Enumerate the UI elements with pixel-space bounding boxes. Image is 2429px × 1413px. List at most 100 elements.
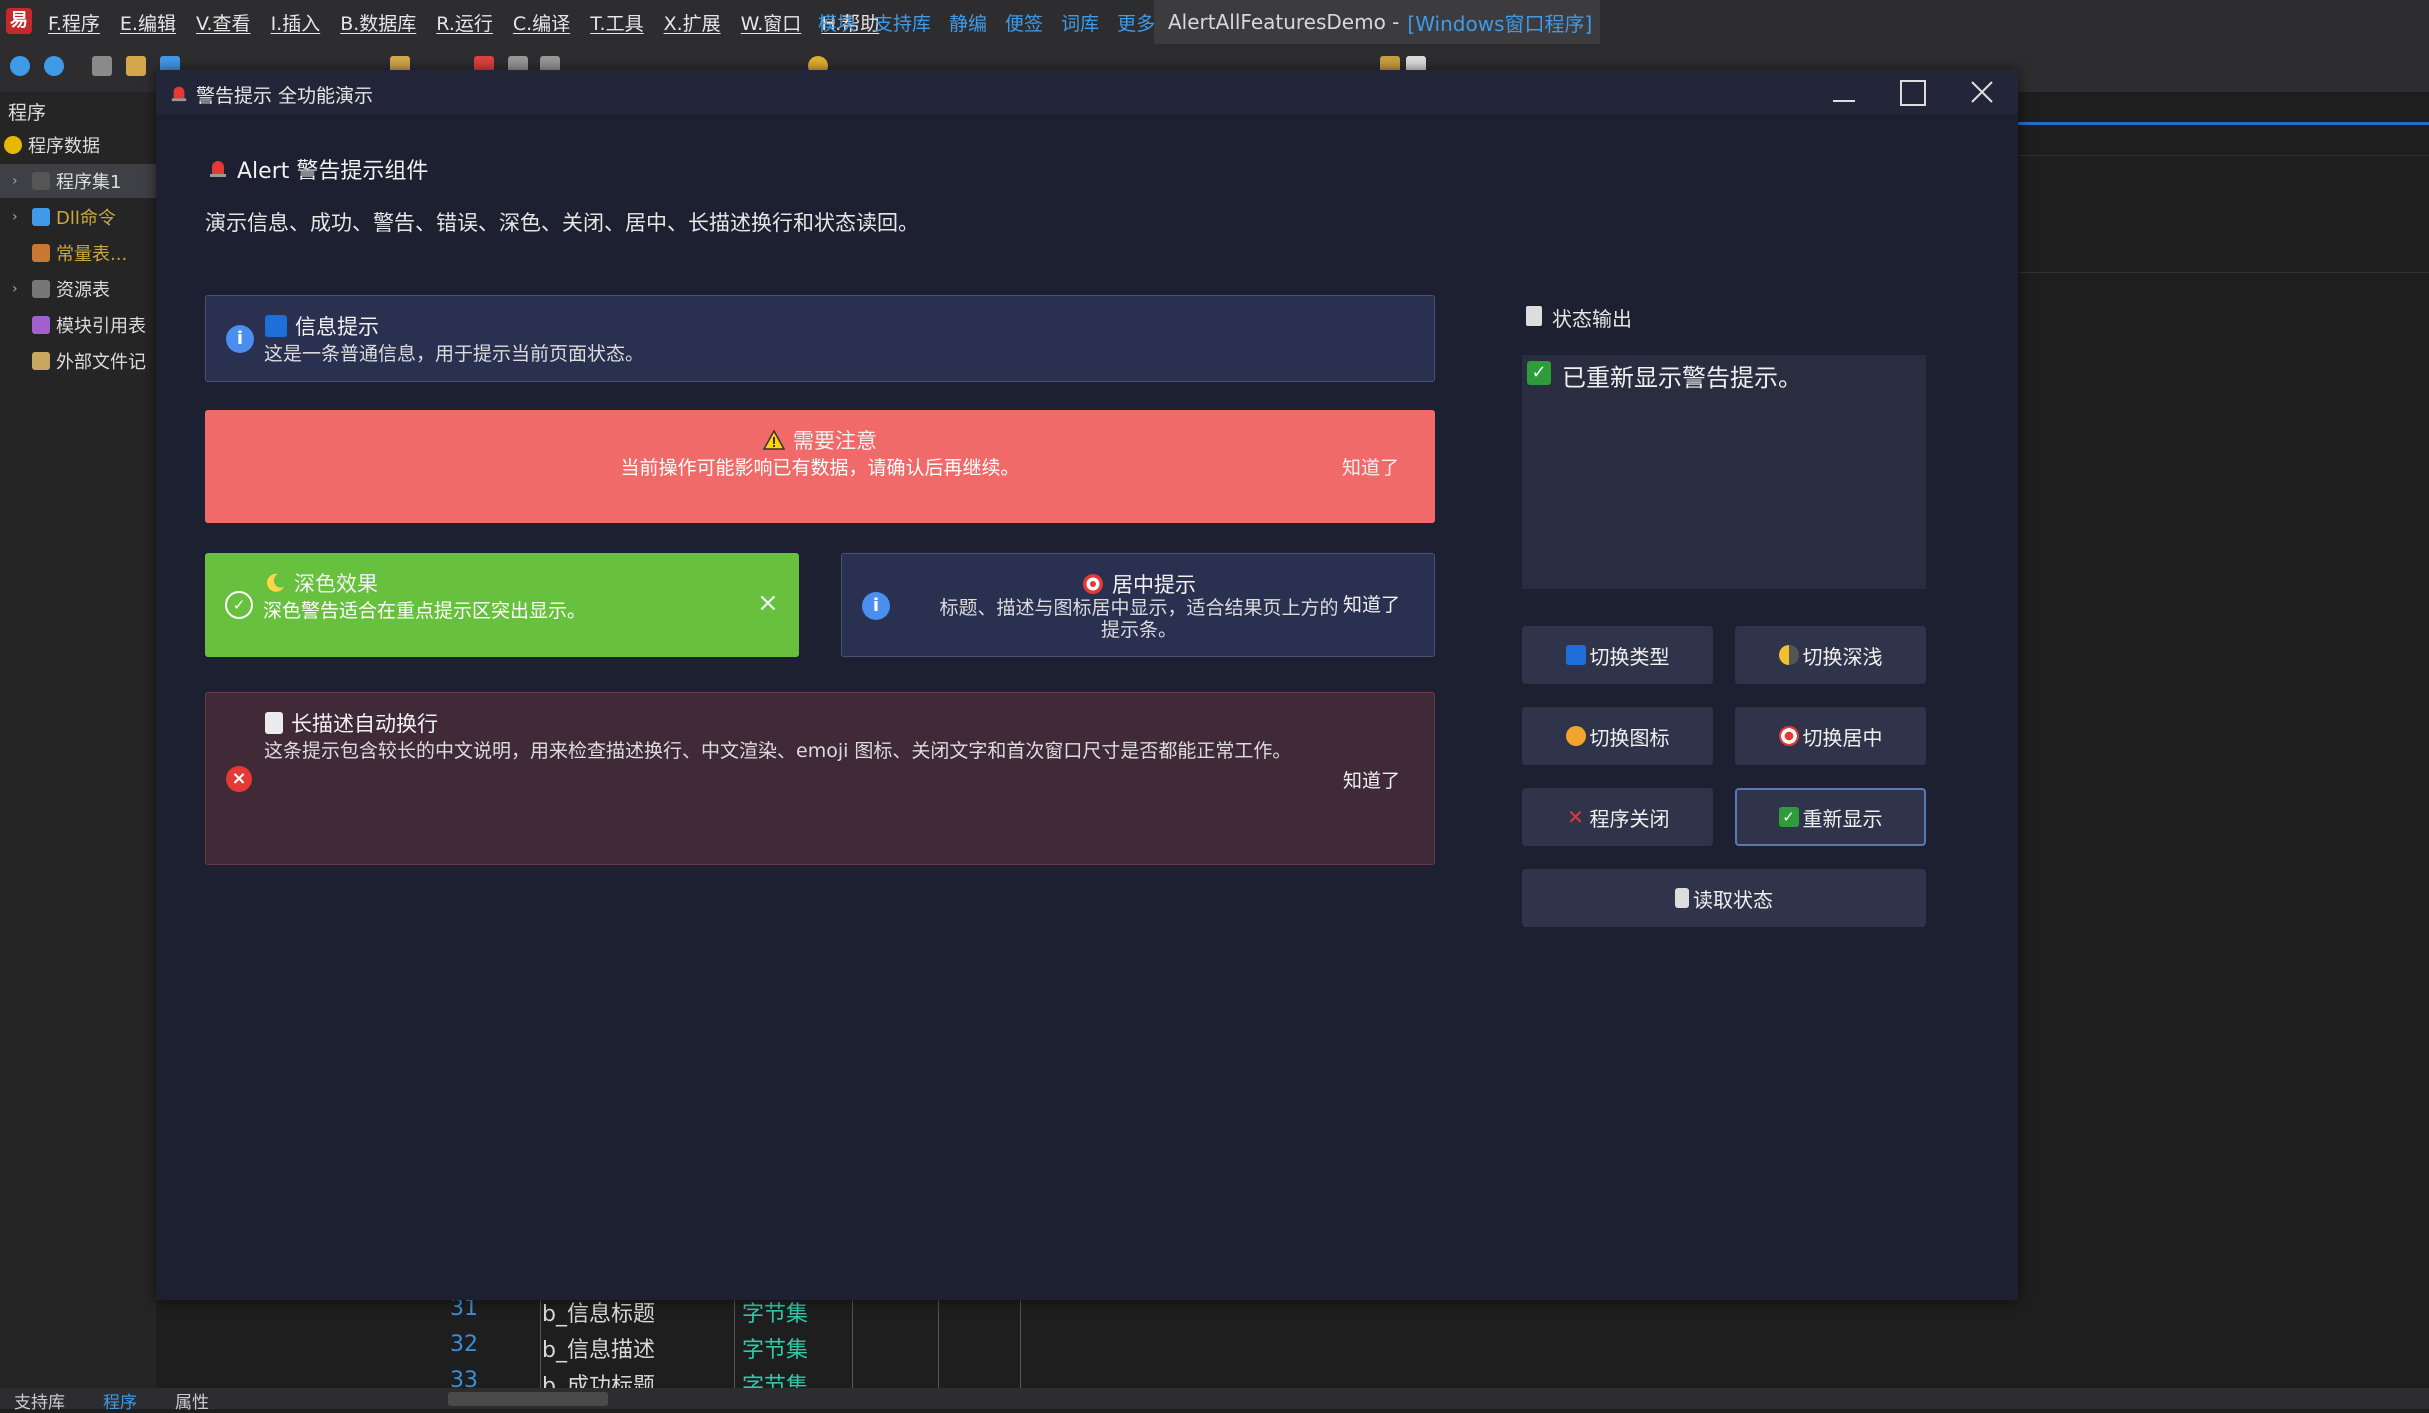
- menu-tools[interactable]: T.工具: [590, 9, 643, 36]
- ide-title-project: AlertAllFeaturesDemo -: [1168, 10, 1400, 34]
- switch-theme-button[interactable]: 切换深浅: [1735, 626, 1926, 684]
- siren-icon: [171, 86, 187, 102]
- forward-icon[interactable]: [44, 56, 64, 76]
- chevron-right-icon[interactable]: ›: [0, 281, 28, 297]
- ide-extra-menu: 模块 支持库 静编 便签 词库 更多: [818, 0, 1155, 44]
- tree-item-dll[interactable]: › Dll命令: [0, 200, 156, 234]
- chevron-right-icon[interactable]: ›: [0, 209, 28, 225]
- menu-database[interactable]: B.数据库: [340, 9, 416, 36]
- dialog-titlebar[interactable]: [156, 70, 2018, 114]
- editor-divider: [2018, 272, 2429, 273]
- grid-line: [938, 1298, 939, 1394]
- tab-support-lib[interactable]: 支持库: [14, 1388, 65, 1413]
- long-desc-alert: × 长描述自动换行 这条提示包含较长的中文说明，用来检查描述换行、中文渲染、em…: [205, 692, 1435, 865]
- centered-alert: i 居中提示 标题、描述与图标居中显示，适合结果页上方的 提示条。 知道了: [841, 553, 1435, 657]
- extra-support-lib[interactable]: 支持库: [874, 9, 931, 36]
- app-logo-icon: 易: [6, 8, 32, 34]
- tree-item-resources[interactable]: › 资源表: [0, 272, 156, 306]
- resource-icon: [32, 280, 50, 298]
- menu-edit[interactable]: E.编辑: [120, 9, 176, 36]
- switch-type-button[interactable]: 切换类型: [1522, 626, 1713, 684]
- palette-icon: [1565, 726, 1586, 746]
- menu-compile[interactable]: C.编译: [513, 9, 570, 36]
- page-title: Alert 警告提示组件: [237, 159, 429, 184]
- ide-title-type: [Windows窗口程序]: [1407, 11, 1593, 36]
- extra-module[interactable]: 模块: [818, 9, 856, 36]
- horizontal-scrollbar[interactable]: [448, 1392, 608, 1406]
- tab-properties[interactable]: 属性: [175, 1388, 209, 1413]
- clipboard-icon: [1526, 306, 1542, 326]
- info-icon: i: [226, 325, 254, 353]
- page-description: 演示信息、成功、警告、错误、深色、关闭、居中、长描述换行和状态读回。: [205, 211, 919, 235]
- editor-area: [2018, 92, 2429, 1392]
- bottom-tabs: 支持库 程序 属性: [14, 1388, 209, 1413]
- warning-alert: 需要注意 当前操作可能影响已有数据，请确认后再继续。 知道了: [205, 410, 1435, 523]
- close-icon: [1971, 81, 1993, 103]
- close-window-button[interactable]: [1962, 76, 2002, 110]
- tree-item-program-data[interactable]: 程序数据: [0, 128, 156, 162]
- info-alert-title: 信息提示: [295, 315, 379, 339]
- code-row[interactable]: 32 b_信息描述 字节集: [430, 1332, 1030, 1368]
- reshow-button[interactable]: ✓ 重新显示: [1735, 788, 1926, 846]
- cycle-icon: [1565, 645, 1586, 665]
- extra-notes[interactable]: 便签: [1005, 9, 1043, 36]
- extra-dictionary[interactable]: 词库: [1061, 9, 1099, 36]
- maximize-button[interactable]: [1892, 76, 1932, 110]
- tree-item-external-files[interactable]: 外部文件记: [0, 344, 156, 378]
- dialog-title: 警告提示 全功能演示: [196, 85, 374, 107]
- new-file-icon[interactable]: [92, 56, 112, 76]
- menu-insert[interactable]: I.插入: [271, 9, 321, 36]
- file-icon: [32, 352, 50, 370]
- tree-item-module-refs[interactable]: 模块引用表: [0, 308, 156, 342]
- grid-icon: [32, 316, 50, 334]
- memo-icon: [265, 712, 283, 734]
- extra-more[interactable]: 更多: [1117, 9, 1155, 36]
- minimize-button[interactable]: [1824, 76, 1864, 110]
- menu-view[interactable]: V.查看: [196, 9, 251, 36]
- target-icon: [1082, 573, 1104, 595]
- target-icon: [1778, 726, 1799, 746]
- centered-alert-title: 居中提示: [1112, 573, 1196, 597]
- editor-tab-indicator: [2018, 122, 2429, 125]
- menu-extend[interactable]: X.扩展: [664, 9, 721, 36]
- long-alert-close-button[interactable]: 知道了: [1343, 766, 1400, 793]
- chevron-right-icon[interactable]: ›: [0, 173, 28, 189]
- program-close-button[interactable]: ✕ 程序关闭: [1522, 788, 1713, 846]
- maximize-icon: [1900, 80, 1926, 106]
- status-label: 状态输出: [1552, 307, 1632, 331]
- code-row[interactable]: 31 b_信息标题 字节集: [430, 1296, 1030, 1332]
- ide-window-title: AlertAllFeaturesDemo - [Windows窗口程序]: [1154, 0, 1600, 44]
- menu-run[interactable]: R.运行: [436, 9, 493, 36]
- menu-program[interactable]: F.程序: [48, 9, 100, 36]
- menu-window[interactable]: W.窗口: [741, 9, 802, 36]
- read-status-button[interactable]: 读取状态: [1522, 869, 1926, 927]
- warning-close-button[interactable]: 知道了: [1342, 453, 1399, 480]
- warning-alert-desc: 当前操作可能影响已有数据，请确认后再继续。: [620, 457, 1020, 479]
- ide-menu: F.程序 E.编辑 V.查看 I.插入 B.数据库 R.运行 C.编译 T.工具…: [48, 0, 879, 44]
- centered-close-button[interactable]: 知道了: [1343, 590, 1400, 617]
- minimize-icon: [1833, 100, 1855, 102]
- dark-alert-close-button[interactable]: ×: [757, 588, 779, 618]
- tree-item-constants[interactable]: 常量表...: [0, 236, 156, 270]
- long-alert-desc: 这条提示包含较长的中文说明，用来检查描述换行、中文渲染、emoji 图标、关闭文…: [264, 740, 1292, 762]
- project-panel-title: 程序: [8, 102, 47, 124]
- siren-icon: [210, 161, 226, 177]
- link-icon: [32, 208, 50, 226]
- moon-icon: [264, 572, 286, 594]
- code-table: 31 b_信息标题 字节集 32 b_信息描述 字节集 33 b_成功标题 字节…: [430, 1296, 1030, 1399]
- dark-effect-alert: ✓ 深色效果 深色警告适合在重点提示区突出显示。 ×: [205, 553, 799, 657]
- check-mark-icon: ✓: [1778, 807, 1799, 827]
- editor-divider: [2018, 155, 2429, 156]
- bottom-bar: [0, 1388, 2429, 1409]
- switch-center-button[interactable]: 切换居中: [1735, 707, 1926, 765]
- back-icon[interactable]: [10, 56, 30, 76]
- open-folder-icon[interactable]: [126, 56, 146, 76]
- half-moon-icon: [1778, 645, 1799, 665]
- info-alert-desc: 这是一条普通信息，用于提示当前页面状态。: [264, 343, 645, 365]
- table-icon: [32, 244, 50, 262]
- switch-icon-button[interactable]: 切换图标: [1522, 707, 1713, 765]
- tree-item-assembly[interactable]: › 程序集1: [0, 164, 156, 198]
- grid-line: [540, 1298, 541, 1394]
- tab-program[interactable]: 程序: [103, 1388, 137, 1413]
- extra-static[interactable]: 静编: [949, 9, 987, 36]
